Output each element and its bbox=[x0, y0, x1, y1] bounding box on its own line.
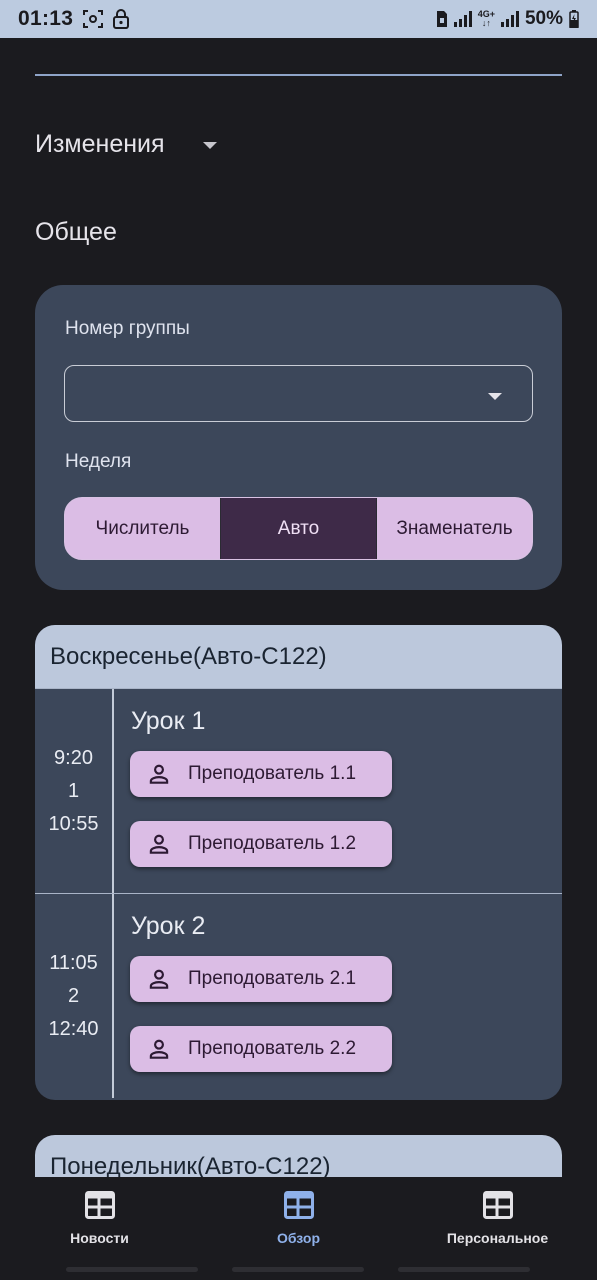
lesson-start-time: 11:05 bbox=[49, 951, 98, 974]
nav-label: Персональное bbox=[446, 1230, 549, 1246]
status-time: 01:13 bbox=[18, 7, 74, 30]
lesson-end-time: 10:55 bbox=[48, 812, 99, 835]
divider bbox=[35, 74, 562, 76]
week-option-auto[interactable]: Авто bbox=[221, 498, 377, 559]
signal-icon bbox=[453, 11, 472, 27]
lesson-end-time: 12:40 bbox=[48, 1017, 99, 1040]
network-4g-icon: 4G+ ↓↑ bbox=[477, 9, 495, 28]
group-label: Номер группы bbox=[65, 318, 190, 339]
table-icon bbox=[84, 1191, 115, 1224]
screenshot-icon bbox=[83, 10, 104, 28]
lesson-time: 9:20 1 10:55 bbox=[35, 689, 114, 893]
week-option-denominator[interactable]: Знаменатель bbox=[377, 498, 532, 559]
week-label: Неделя bbox=[65, 451, 132, 472]
bottom-nav: Новости Обзор Персональное bbox=[0, 1177, 597, 1258]
gesture-handle bbox=[66, 1267, 198, 1272]
chevron-down-icon bbox=[202, 142, 217, 149]
lesson-time: 11:05 2 12:40 bbox=[35, 894, 114, 1098]
group-number-select[interactable] bbox=[64, 365, 533, 422]
nav-label: Обзор bbox=[276, 1230, 321, 1246]
person-icon bbox=[146, 831, 172, 857]
lesson-number: 2 bbox=[67, 984, 80, 1007]
teacher-chip[interactable]: Преподователь 2.2 bbox=[130, 1026, 392, 1072]
week-option-numerator[interactable]: Числитель bbox=[65, 498, 221, 559]
battery-icon bbox=[569, 10, 579, 28]
teacher-chip[interactable]: Преподователь 1.2 bbox=[130, 821, 392, 867]
lesson-row: 9:20 1 10:55 Урок 1 Преподователь 1.1 Пр… bbox=[35, 688, 562, 893]
person-icon bbox=[146, 966, 172, 992]
sim-icon bbox=[436, 10, 448, 28]
gesture-handle bbox=[232, 1267, 364, 1272]
teacher-name: Преподователь 2.1 bbox=[188, 968, 357, 989]
day-header: Воскресенье(Авто-С122) bbox=[35, 625, 562, 688]
network-type: 4G+ bbox=[477, 9, 495, 19]
person-icon bbox=[146, 761, 172, 787]
section-dropdown[interactable]: Изменения bbox=[35, 130, 217, 159]
settings-card: Номер группы Неделя Числитель Авто Знаме… bbox=[35, 285, 562, 590]
section-title: Изменения bbox=[35, 130, 165, 158]
person-icon bbox=[146, 1036, 172, 1062]
battery-percent: 50% bbox=[524, 8, 563, 29]
table-icon bbox=[482, 1191, 513, 1224]
nav-label: Новости bbox=[70, 1230, 129, 1246]
table-icon bbox=[283, 1191, 314, 1224]
nav-item-personal[interactable]: Персональное bbox=[398, 1177, 597, 1258]
lesson-name: Урок 2 bbox=[131, 912, 206, 940]
day-card: Воскресенье(Авто-С122) 9:20 1 10:55 Урок… bbox=[35, 625, 562, 1100]
teacher-name: Преподователь 2.2 bbox=[188, 1038, 357, 1059]
teacher-chip[interactable]: Преподователь 2.1 bbox=[130, 956, 392, 1002]
lesson-row: 11:05 2 12:40 Урок 2 Преподователь 2.1 П… bbox=[35, 893, 562, 1098]
status-bar: 01:13 4G+ ↓↑ 50% bbox=[0, 0, 597, 38]
teacher-name: Преподователь 1.1 bbox=[188, 763, 357, 784]
chevron-down-icon bbox=[488, 393, 502, 400]
general-title: Общее bbox=[35, 218, 117, 246]
week-segmented-control: Числитель Авто Знаменатель bbox=[64, 497, 533, 560]
lesson-number: 1 bbox=[67, 779, 80, 802]
signal-icon bbox=[500, 11, 519, 27]
nav-item-overview[interactable]: Обзор bbox=[199, 1177, 398, 1258]
teacher-chip[interactable]: Преподователь 1.1 bbox=[130, 751, 392, 797]
lesson-start-time: 9:20 bbox=[54, 746, 93, 769]
gesture-area bbox=[0, 1258, 597, 1280]
teacher-name: Преподователь 1.2 bbox=[188, 833, 357, 854]
lock-icon bbox=[113, 9, 130, 29]
lesson-name: Урок 1 bbox=[131, 707, 206, 735]
gesture-handle bbox=[398, 1267, 530, 1272]
nav-item-news[interactable]: Новости bbox=[0, 1177, 199, 1258]
